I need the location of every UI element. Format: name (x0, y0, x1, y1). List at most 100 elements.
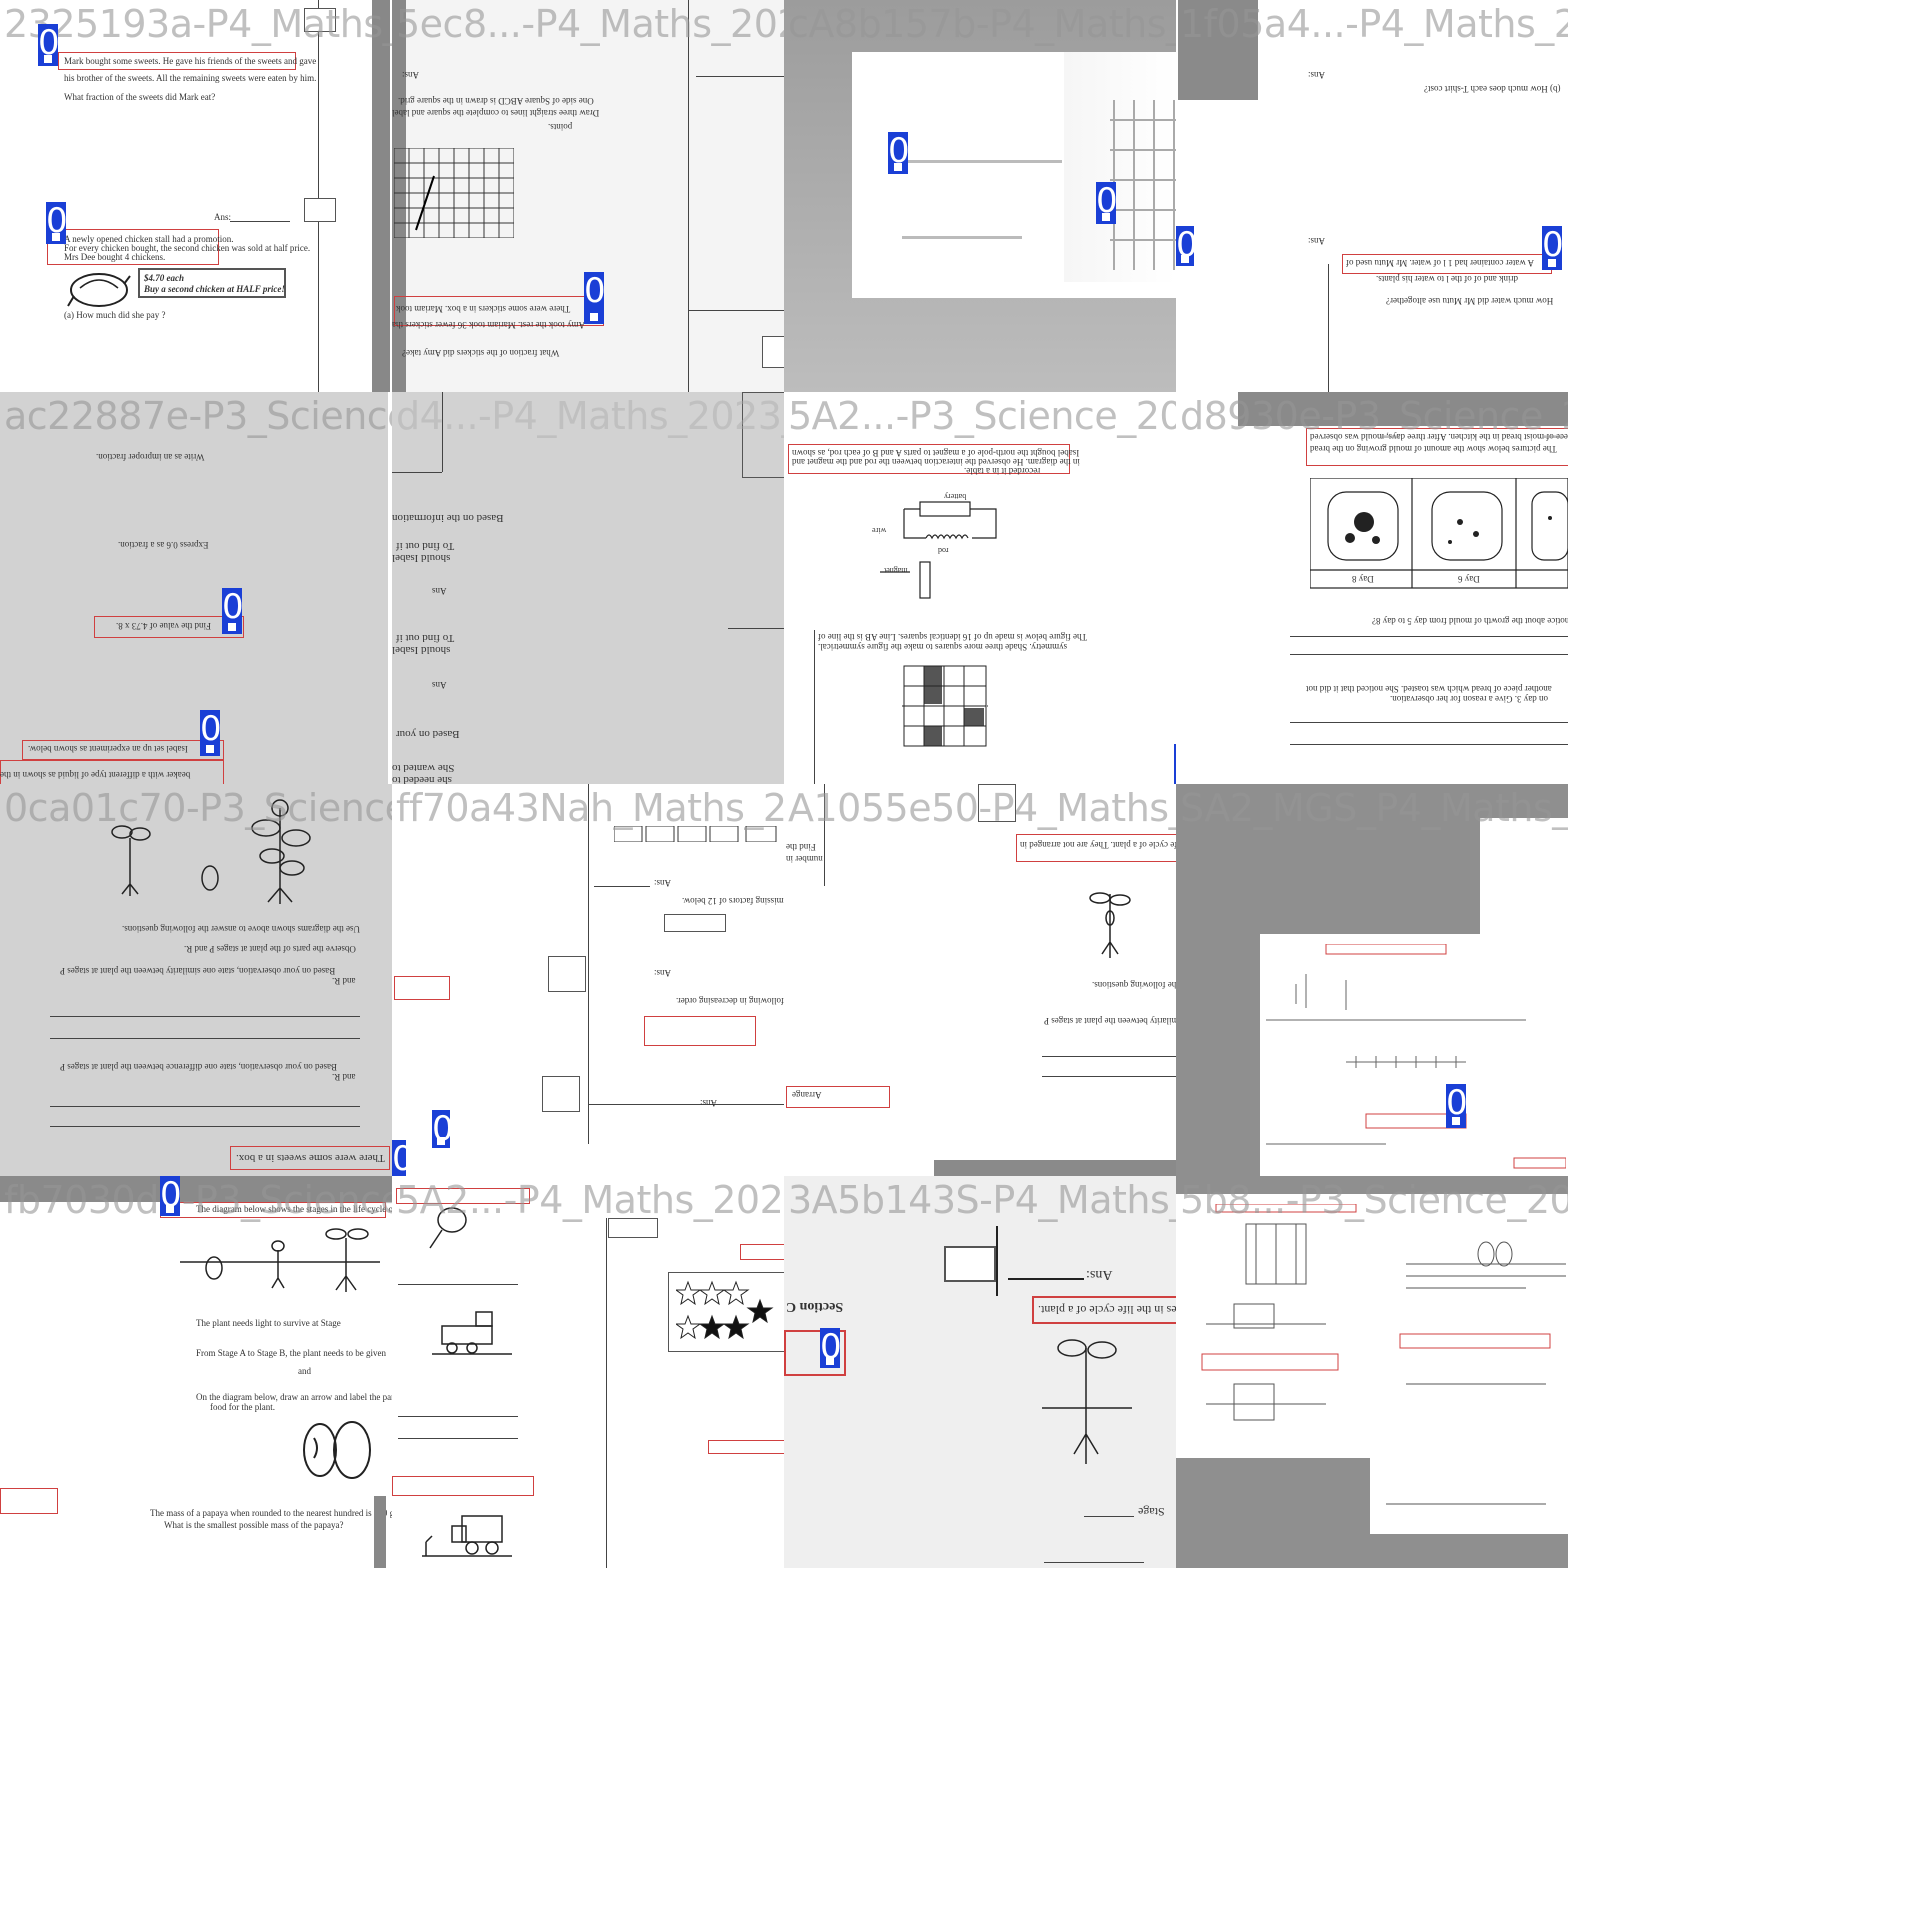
question-text: Stage (1138, 1505, 1165, 1519)
question-text: Find the value of 4.73 x 8. (116, 621, 211, 631)
answer-box (542, 1076, 580, 1112)
thumbnail-grid: 2325193a-P4_Maths_2023_ Mark bought some… (0, 0, 1920, 1920)
answer-label: Ans (432, 586, 447, 596)
page-edge (606, 1218, 607, 1568)
symmetry-grid (902, 665, 988, 747)
diagram-label: magnet (884, 566, 908, 575)
question-text: Amy took the rest. Mariam took 36 fewer … (392, 320, 585, 330)
answer-box (548, 956, 586, 992)
grid-tile[interactable]: 5A2...-P3_Science_2023_ Isabel bought th… (784, 392, 1176, 784)
question-text: life cycle of a plant. They are not arra… (1020, 840, 1176, 850)
question-text: symmetry. Shade three more squares to ma… (818, 642, 1068, 652)
question-text: The plant needs light to survive at Stag… (196, 1318, 341, 1328)
answer-line (1290, 654, 1568, 655)
question-text: recorded it in a table. (964, 466, 1041, 476)
answer-line (1042, 1076, 1176, 1077)
grid-tile[interactable]: 2325193a-P4_Maths_2023_ Mark bought some… (0, 0, 392, 392)
promo-text: Buy a second chicken at HALF price! (144, 284, 285, 294)
dark-footer (934, 1160, 1176, 1176)
question-text: Find the (786, 842, 816, 852)
page-edge (392, 472, 442, 473)
grid-tile[interactable]: A1055e50-P4_Maths_2023_ Find the number … (784, 784, 1176, 1176)
page-edge (372, 0, 390, 392)
diagram-label: rod (938, 546, 949, 555)
grid-tile[interactable]: ff70a43Nah_Maths_2023_ Ans: Write the mi… (392, 784, 784, 1176)
question-text: and R. (332, 976, 356, 986)
tile-caption: SA2_MGS_P4_Maths_2023_ (1180, 786, 1568, 830)
question-text: To find out if (396, 540, 455, 552)
section-heading: Section C (786, 1299, 844, 1314)
question-text: Based on your (396, 728, 460, 740)
page-edge (374, 1496, 386, 1568)
tile-caption: d4...-P4_Maths_2023_ (396, 394, 784, 438)
page-edge (1328, 264, 1329, 392)
grid-tile[interactable]: 5b8...-P3_Science_2023_ (1176, 1176, 1568, 1568)
question-text: should Isabel (392, 552, 451, 564)
marks-box (762, 336, 784, 368)
day-label: Day 6 (1458, 574, 1480, 584)
plant-stage-drawings (180, 1228, 380, 1292)
question-text: similarity between the plant at stages P (1044, 1016, 1176, 1026)
stars-figure (676, 1280, 774, 1340)
question-text: The pictures below show the amount of mo… (1310, 444, 1557, 454)
page-edge (996, 1226, 998, 1296)
question-box (708, 1440, 784, 1454)
tile-caption: 3A5b143S-P4_Maths_2023_ (788, 1178, 1176, 1222)
question-text: There were some sweets in a box. (236, 1152, 385, 1164)
tile-caption: fb7030de-P3_Science_2023_ (4, 1178, 392, 1222)
answer-label: Ans: (402, 70, 420, 80)
grid-tile[interactable]: 3A5b143S-P4_Maths_2023_ Ans: Section C s… (784, 1176, 1176, 1568)
page-edge (688, 0, 689, 392)
detection-badge: 0 (1174, 744, 1176, 784)
question-text: She wanted to (392, 762, 455, 774)
question-text: How much water did Mr Mutu use altogethe… (1386, 296, 1554, 306)
grid-tile[interactable]: SA2_MGS_P4_Maths_2023_ 0 (1176, 784, 1568, 1176)
blurred-table (1110, 100, 1176, 270)
page-edge (588, 784, 589, 1144)
grid-tile[interactable]: 0ca01c70-P3_Science_2023_ Use the diagra… (0, 784, 392, 1176)
question-text: Mrs Dee bought 4 chickens. (64, 252, 166, 262)
answer-label: Ans: (654, 968, 672, 978)
detection-badge: 0 (46, 202, 68, 244)
grid-tile[interactable]: d8930e-P3_Science_2023_ A piece of moist… (1176, 392, 1568, 784)
diagram-label: wire (872, 526, 887, 535)
train-drawing (422, 1515, 512, 1557)
grid-tile[interactable]: ac22887e-P3_Science_2023_ Write as an im… (0, 392, 392, 784)
detection-badge: 0 (222, 588, 244, 634)
promo-price: $4.70 each (144, 273, 184, 283)
grid-tile[interactable]: d4...-P4_Maths_2023_ Based on the inform… (392, 392, 784, 784)
question-text: number in (786, 854, 823, 864)
grid-tile[interactable]: 1f05a4...-P4_Maths_2023_ Ans: (b) How mu… (1176, 0, 1568, 392)
question-text: Write the missing factors of 12 below. (682, 896, 784, 906)
question-text: Mark bought some sweets. He gave his fri… (64, 56, 317, 66)
grid-tile[interactable]: cA8b157b-P4_Maths_2023_ 0 0 (784, 0, 1176, 392)
question-text: notice about the growth of mould from da… (1372, 616, 1568, 626)
answer-line (230, 221, 290, 222)
answer-line (688, 310, 784, 311)
answer-line (1290, 722, 1568, 723)
detection-badge: 0 (1176, 225, 1198, 266)
grid-tile[interactable]: 5ec8...-P4_Maths_2023_ Ans: One side of … (392, 0, 784, 392)
detection-badge: 0 (200, 710, 222, 756)
grid-tile[interactable]: 5A2...-P4_Maths_2023_ (392, 1176, 784, 1568)
grid-tile[interactable]: fb7030de-P3_Science_2023_ The diagram be… (0, 1176, 392, 1568)
answer-line (50, 1106, 360, 1107)
answer-line (1290, 744, 1568, 745)
question-text: and (298, 1366, 311, 1376)
question-text: From Stage A to Stage B, the plant needs… (196, 1348, 386, 1358)
tile-caption: 0ca01c70-P3_Science_2023_ (4, 786, 392, 830)
answer-line (50, 1038, 360, 1039)
tile-caption: ac22887e-P3_Science_2023_ (4, 394, 392, 438)
question-text: another piece of bread which was toasted… (1306, 684, 1552, 694)
answer-line (1290, 636, 1568, 637)
answer-label: Ans: (700, 1098, 718, 1108)
answer-line (1042, 1056, 1176, 1057)
question-text: Observe the parts of the plant at stages… (184, 944, 356, 954)
factor-box (664, 914, 726, 932)
answer-label: Ans: (1086, 1267, 1113, 1282)
marks-box (304, 198, 336, 222)
question-text: drink and of of the l to water his plant… (1376, 274, 1518, 284)
mini-page-content (1201, 1204, 1566, 1505)
question-text: (b) How much does each T-shirt cost? (1424, 84, 1561, 94)
question-text: The mass of a papaya when rounded to the… (150, 1508, 392, 1518)
